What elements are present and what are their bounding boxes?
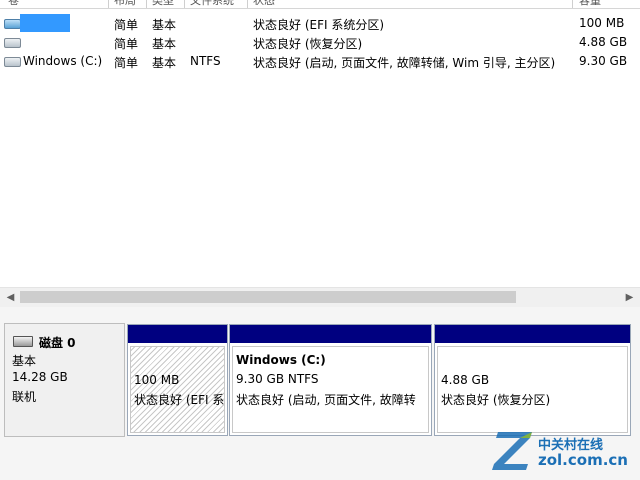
partition-band — [128, 325, 227, 343]
volume-status: 状态良好 (EFI 系统分区) — [253, 18, 385, 32]
partition-windows[interactable]: Windows (C:) 9.30 GB NTFS 状态良好 (启动, 页面文件… — [229, 324, 432, 436]
volume-row-recovery[interactable]: 简单 基本 状态良好 (恢复分区) 4.88 GB — [0, 33, 640, 52]
partition-status: 状态良好 (启动, 页面文件, 故障转 — [236, 393, 416, 407]
volume-capacity: 9.30 GB — [579, 54, 628, 68]
volume-row-efi[interactable]: 简单 基本 状态良好 (EFI 系统分区) 100 MB — [0, 14, 640, 33]
drive-icon — [4, 38, 21, 48]
volume-type: 基本 — [152, 18, 177, 32]
partition-body: 100 MB 状态良好 (EFI 系 — [130, 346, 225, 433]
watermark-url: zol.com.cn — [538, 451, 628, 469]
partition-status: 状态良好 (恢复分区) — [441, 393, 551, 407]
column-header-layout[interactable]: 布局 — [114, 0, 136, 8]
column-divider[interactable] — [184, 0, 185, 8]
partition-efi[interactable]: 100 MB 状态良好 (EFI 系 — [127, 324, 228, 436]
disk-type: 基本 — [12, 354, 37, 368]
drive-icon — [4, 19, 21, 29]
volume-row-windows[interactable]: Windows (C:) 简单 基本 NTFS 状态良好 (启动, 页面文件, … — [0, 52, 640, 71]
volume-type: 基本 — [152, 37, 177, 51]
partition-size: 100 MB — [134, 373, 180, 387]
scrollbar-thumb[interactable] — [20, 291, 516, 303]
scroll-right-icon[interactable]: ▶ — [621, 288, 638, 307]
volume-layout: 简单 — [114, 56, 139, 70]
scroll-left-icon[interactable]: ◀ — [2, 288, 19, 307]
disk-icon — [13, 336, 33, 347]
column-divider[interactable] — [108, 0, 109, 8]
column-divider[interactable] — [572, 0, 573, 8]
disk-name: 磁盘 0 — [39, 336, 76, 350]
volume-capacity: 100 MB — [579, 16, 625, 30]
zol-watermark: 中关村在线 zol.com.cn — [490, 430, 640, 480]
column-header-capacity[interactable]: 容量 — [579, 0, 601, 8]
volume-name: Windows (C:) — [23, 54, 103, 68]
selection-highlight — [20, 14, 70, 32]
disk-size: 14.28 GB — [12, 370, 68, 384]
horizontal-scrollbar[interactable]: ◀ ▶ — [0, 287, 640, 308]
column-header-status[interactable]: 状态 — [253, 0, 275, 8]
column-divider[interactable] — [146, 0, 147, 8]
partition-band — [230, 325, 431, 343]
volume-filesystem: NTFS — [190, 54, 221, 68]
disk-info-panel[interactable]: 磁盘 0 基本 14.28 GB 联机 — [4, 323, 125, 437]
volume-list: 卷 布局 类型 文件系统 状态 容量 简单 基本 状态良好 (EFI 系统分区)… — [0, 0, 640, 286]
column-divider[interactable] — [247, 0, 248, 8]
column-header-filesystem[interactable]: 文件系统 — [190, 0, 234, 8]
zol-logo-icon — [492, 432, 532, 470]
partition-body: Windows (C:) 9.30 GB NTFS 状态良好 (启动, 页面文件… — [232, 346, 429, 433]
partition-size-fs: 9.30 GB NTFS — [236, 372, 319, 386]
volume-layout: 简单 — [114, 37, 139, 51]
volume-layout: 简单 — [114, 18, 139, 32]
partition-name: Windows (C:) — [236, 353, 326, 367]
partition-size: 4.88 GB — [441, 373, 490, 387]
column-header-type[interactable]: 类型 — [152, 0, 174, 8]
partition-status: 状态良好 (EFI 系 — [134, 393, 225, 407]
column-header-volume[interactable]: 卷 — [8, 0, 19, 8]
volume-status: 状态良好 (恢复分区) — [253, 37, 363, 51]
partition-band — [435, 325, 630, 343]
volume-capacity: 4.88 GB — [579, 35, 628, 49]
volume-type: 基本 — [152, 56, 177, 70]
partition-body: 4.88 GB 状态良好 (恢复分区) — [437, 346, 628, 433]
volume-status: 状态良好 (启动, 页面文件, 故障转储, Wim 引导, 主分区) — [253, 56, 556, 70]
pane-splitter[interactable] — [0, 307, 640, 321]
partition-recovery[interactable]: 4.88 GB 状态良好 (恢复分区) — [434, 324, 631, 436]
drive-icon — [4, 57, 21, 67]
disk-status: 联机 — [12, 390, 37, 404]
column-header: 卷 布局 类型 文件系统 状态 容量 — [0, 0, 640, 9]
